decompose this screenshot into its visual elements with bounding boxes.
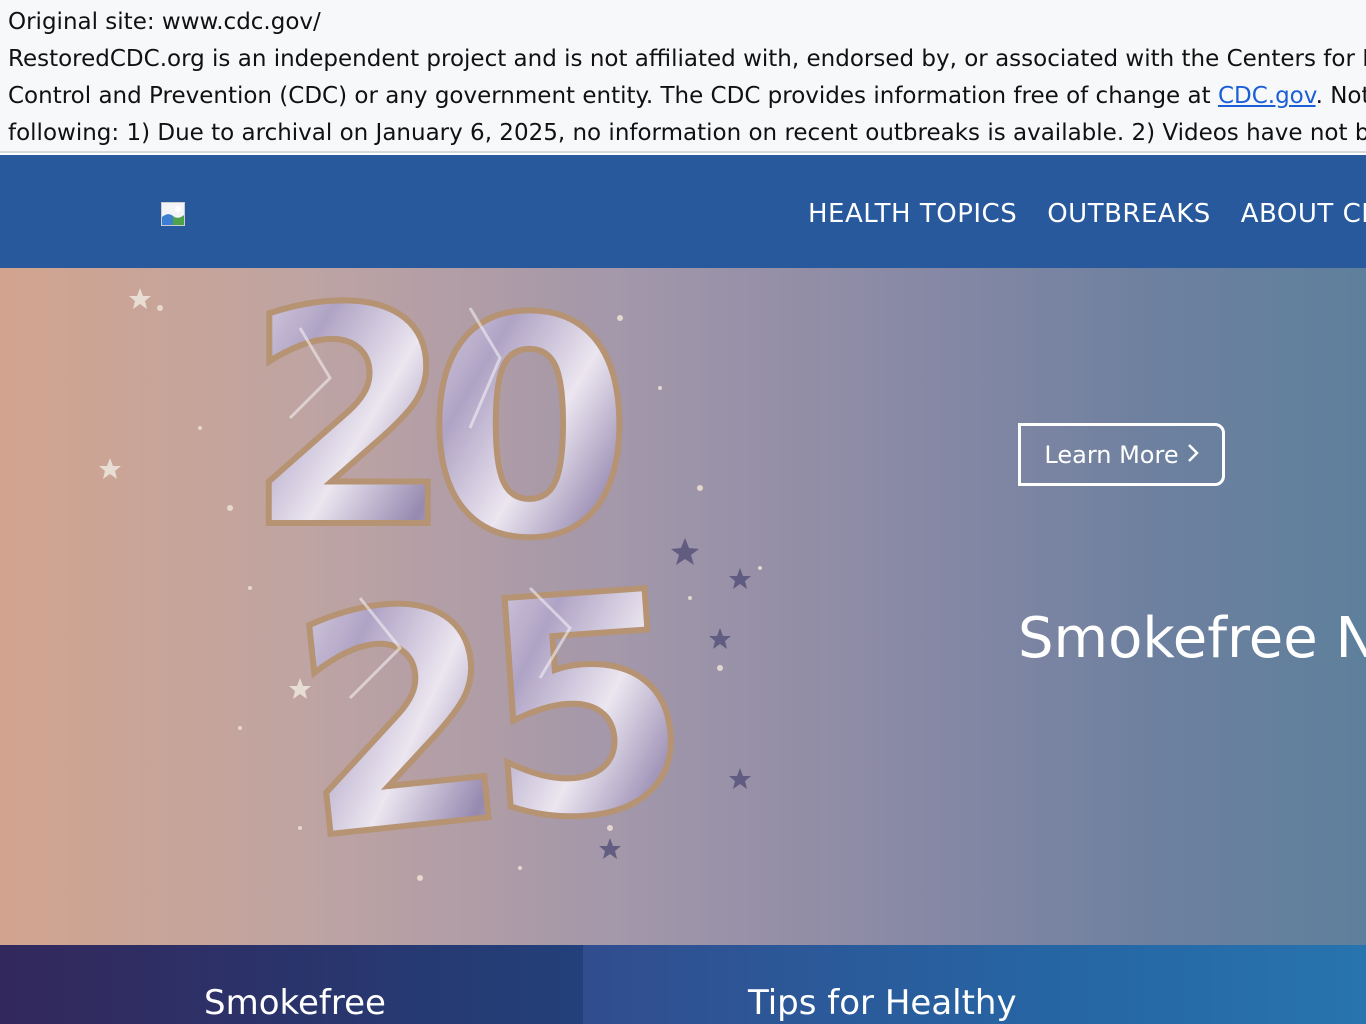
disclaimer-banner: Original site: www.cdc.gov/ RestoredCDC.… [0, 0, 1366, 153]
disclaimer-text-before-link: Control and Prevention (CDC) or any gove… [8, 83, 1218, 109]
disclaimer-line-1: RestoredCDC.org is an independent projec… [8, 46, 1366, 72]
hero-balloons-image: 2 0 2 5 [0, 268, 820, 945]
disclaimer-text-after-link: . Note the [1315, 83, 1366, 109]
original-site-text: Original site: www.cdc.gov/ [8, 9, 321, 35]
main-nav: HEALTH TOPICS OUTBREAKS ABOUT CD [808, 196, 1366, 232]
nav-health-topics[interactable]: HEALTH TOPICS [808, 196, 1017, 232]
disclaimer-line-3: following: 1) Due to archival on January… [8, 120, 1366, 146]
card-tips-for-healthy[interactable]: Tips for Healthy [583, 945, 1366, 1024]
nav-about-cdc[interactable]: ABOUT CD [1241, 196, 1366, 232]
cdc-gov-link[interactable]: CDC.gov [1218, 83, 1316, 109]
broken-logo-image-icon[interactable] [161, 202, 185, 226]
learn-more-label: Learn More [1044, 440, 1179, 469]
learn-more-button[interactable]: Learn More [1018, 423, 1225, 486]
disclaimer-line-2: Control and Prevention (CDC) or any gove… [8, 78, 1366, 115]
card-title: Tips for Healthy [748, 983, 1017, 1023]
hero-title: Smokefree N [1018, 606, 1366, 671]
nav-outbreaks[interactable]: OUTBREAKS [1047, 196, 1211, 232]
card-title: Smokefree [204, 983, 386, 1023]
feature-cards: Smokefree Tips for Healthy [0, 945, 1366, 1024]
hero-banner: 2 0 2 5 Smokefree N [0, 268, 1366, 945]
chevron-right-icon [1187, 443, 1199, 467]
card-smokefree[interactable]: Smokefree [0, 945, 583, 1024]
